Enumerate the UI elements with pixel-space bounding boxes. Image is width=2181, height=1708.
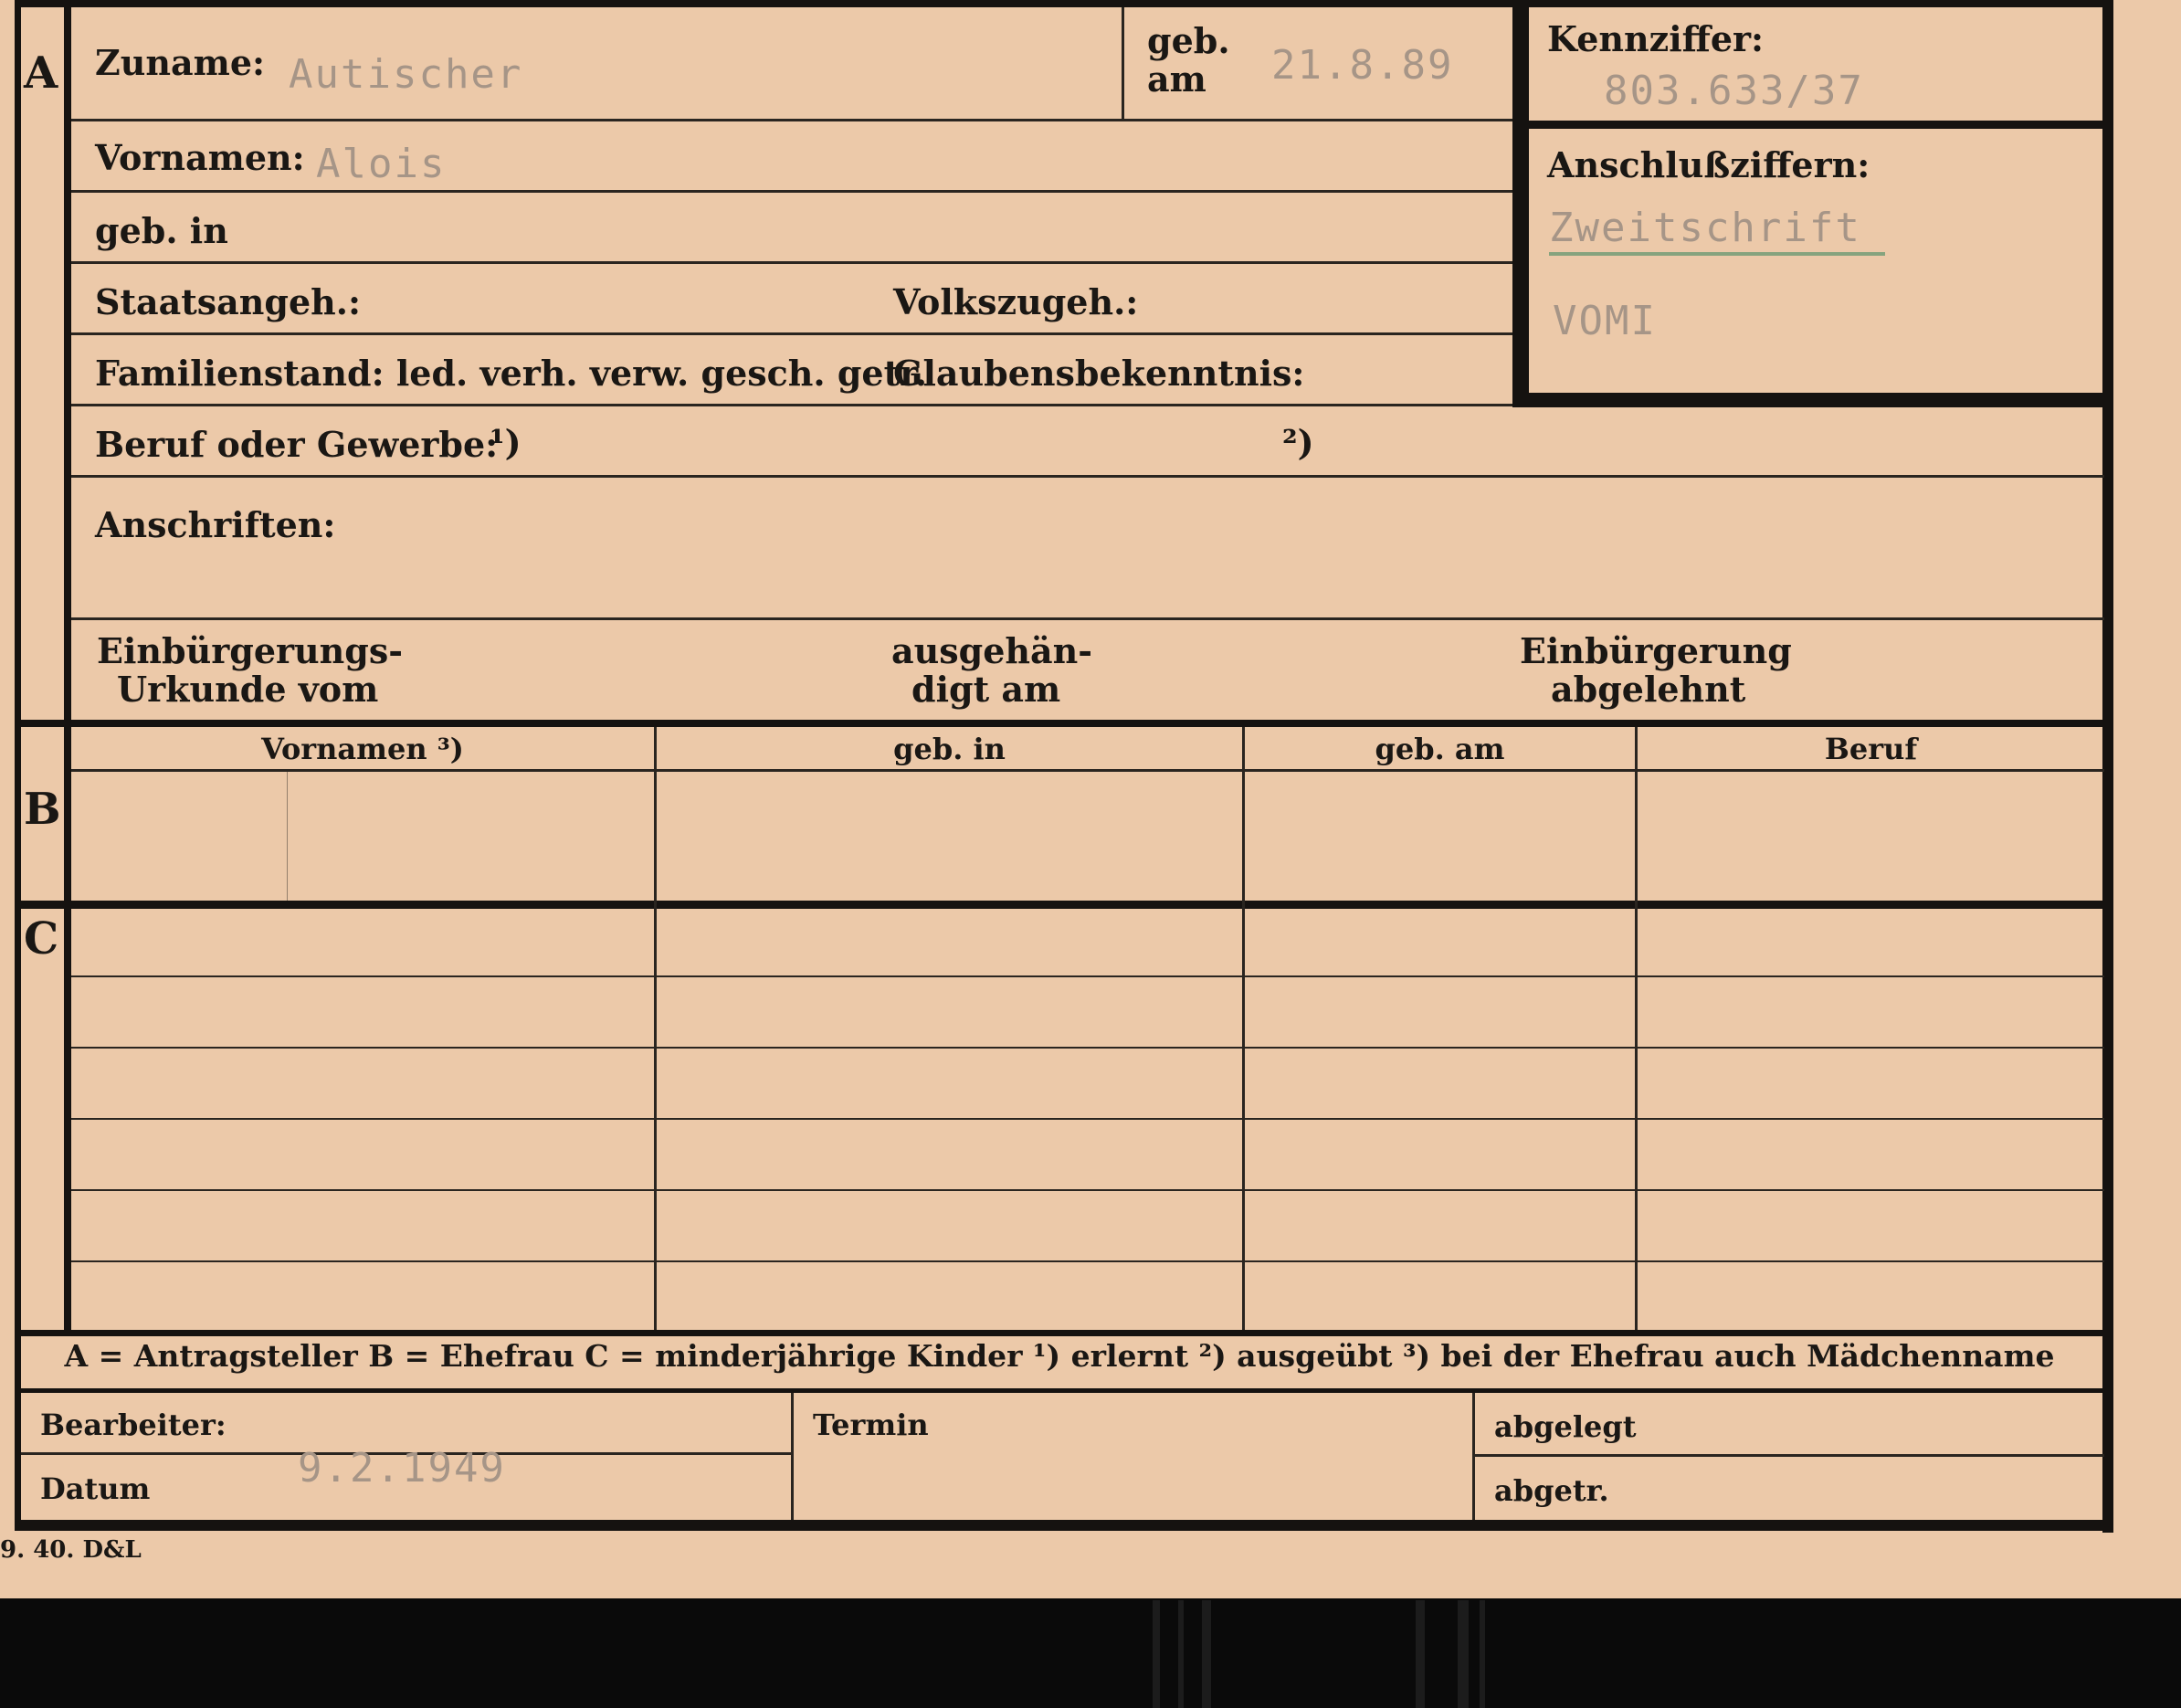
profession-note-practiced: ²) [1282,422,1314,463]
given-names-label: Vornamen: [95,137,305,178]
marital-status-label: Familienstand: led. verh. verw. gesch. g… [95,353,927,394]
ethnicity-label: Volkszugeh.: [893,281,1139,322]
section-letter-c: C [24,913,59,965]
scanner-background [0,1598,2181,1708]
print-code: 9. 40. D&L [0,1536,142,1564]
citizenship-label: Staatsangeh.: [95,281,362,322]
section-c-rule-4 [71,1189,2104,1191]
linked-numbers-label: Anschlußziffern: [1547,144,1870,185]
bottom-right-rule [1475,1454,2104,1457]
table-header-profession: Beruf [1824,732,1918,766]
agency-value: VOMI [1553,298,1657,344]
id-value: 803.633/37 [1604,68,1864,114]
copy-value: Zweitschrift [1549,205,1861,251]
filed-label: abgelegt [1494,1409,1637,1444]
rule-birthdate-divider [1122,7,1124,119]
legend-bottom-border [15,1388,2108,1393]
handed-over-line2: digt am [911,669,1061,710]
profession-note-learned: ¹) [490,422,522,463]
id-label: Kennziffer: [1547,18,1765,59]
frame-right [2102,0,2113,1533]
table-header-birthplace: geb. in [893,732,1006,766]
clerk-label: Bearbeiter: [40,1408,227,1442]
frame-top [18,0,2110,7]
column-divider-3 [1635,727,1638,1330]
naturalization-denied-line1: Einbürgerung [1520,630,1792,671]
table-top-border [15,720,2108,727]
table-bottom-border [15,1330,2108,1336]
section-letter-a: A [24,47,58,99]
rule-row-7 [71,617,2104,620]
removed-label: abgetr. [1494,1473,1609,1508]
rule-row-3 [71,261,1512,264]
scanner-artifact-6 [1480,1600,1485,1708]
birth-date-label-line1: geb. [1147,20,1230,61]
surname-value: Autischer [289,51,523,98]
table-header-birth-date: geb. am [1375,732,1505,766]
section-c-rule-5 [71,1260,2104,1262]
religion-label: Glaubensbekenntnis: [893,353,1305,394]
naturalization-denied-line2: abgelehnt [1551,669,1746,710]
rule-row-1 [71,119,1512,121]
side-panel-divider [1529,121,2108,129]
scanner-artifact-5 [1458,1600,1469,1708]
rule-row-4 [71,332,1512,335]
naturalization-document-line2: Urkunde vom [117,669,379,710]
legend-line: A = Antragsteller B = Ehefrau C = minder… [64,1338,2055,1374]
section-c-rule-3 [71,1118,2104,1120]
table-header-given-names: Vornamen ³) [261,732,464,766]
profession-label: Beruf oder Gewerbe: [95,424,499,465]
birthplace-label: geb. in [95,210,228,251]
section-c-top-border [15,901,2108,909]
column-divider-2 [1242,727,1245,1330]
scanner-artifact-3 [1202,1600,1211,1708]
deadline-label: Termin [813,1408,929,1442]
section-divider-vertical [64,0,71,1330]
section-c-rule-2 [71,1047,2104,1049]
index-card: A B C Kennziffer: 803.633/37 Anschlußzif… [0,0,2181,1598]
date-value: 9.2.1949 [298,1445,506,1492]
given-names-value: Alois [316,141,447,187]
copy-value-underline [1549,252,1885,256]
section-c-rule-1 [71,975,2104,977]
table-header-rule [71,769,2104,772]
side-panel-left-border [1512,0,1529,407]
birth-date-value: 21.8.89 [1271,42,1454,89]
bottom-divider-1 [791,1393,794,1520]
scanner-artifact-1 [1153,1600,1160,1708]
scanner-artifact-4 [1416,1600,1425,1708]
naturalization-document-line1: Einbürgerungs- [97,630,404,671]
rule-row-6 [71,475,2104,478]
frame-bottom [15,1520,2113,1531]
birth-date-label-line2: am [1147,58,1206,100]
addresses-label: Anschriften: [95,504,336,545]
date-label: Datum [40,1471,151,1506]
surname-label: Zuname: [95,42,266,83]
section-letter-b: B [24,784,61,835]
handed-over-line1: ausgehän- [891,630,1093,671]
frame-left [15,0,21,1520]
scanner-artifact-2 [1178,1600,1184,1708]
rule-row-2 [71,190,1512,193]
side-panel-bottom-border [1512,393,2108,407]
column-divider-1 [654,727,657,1330]
column-subdivider [287,772,288,901]
